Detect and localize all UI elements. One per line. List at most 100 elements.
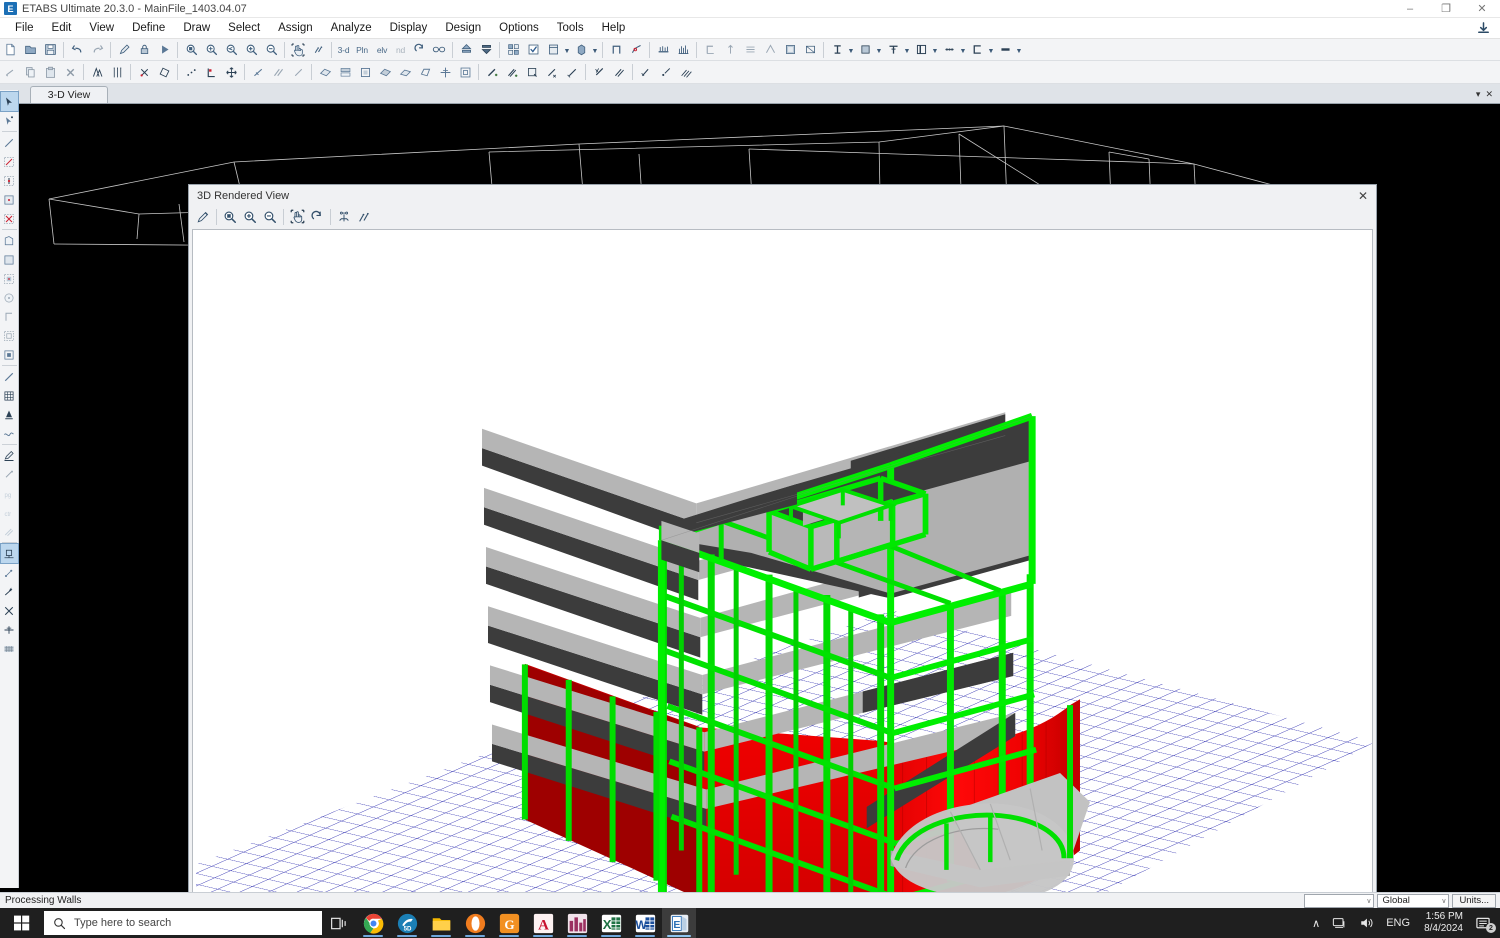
section-cut-icon[interactable] [760, 40, 780, 59]
forces-table-icon[interactable] [740, 40, 760, 59]
run-analysis-icon[interactable] [154, 40, 174, 59]
assign-multiple-icon[interactable] [676, 63, 696, 82]
menu-view[interactable]: View [80, 20, 123, 36]
snap-tangent-icon[interactable] [1, 582, 18, 601]
download-icon[interactable] [1475, 20, 1492, 37]
menu-design[interactable]: Design [436, 20, 490, 36]
maximize-button[interactable]: ❐ [1428, 0, 1464, 18]
snap-none-icon[interactable] [1, 601, 18, 620]
menu-tools[interactable]: Tools [548, 20, 593, 36]
menu-display[interactable]: Display [381, 20, 437, 36]
edit-pencil-icon[interactable] [114, 40, 134, 59]
pan-hand-icon[interactable] [288, 40, 308, 59]
delete-icon[interactable] [60, 63, 80, 82]
tab-3d-view[interactable]: 3-D View [30, 86, 108, 103]
save-icon[interactable] [40, 40, 60, 59]
tab-dropdown-caret[interactable]: ▾ [1476, 89, 1481, 100]
draw-column-icon[interactable] [911, 40, 931, 59]
object-view-dropdown-caret[interactable]: ▼ [563, 40, 571, 59]
zoom-previous-icon[interactable] [221, 40, 241, 59]
pan-hand-icon[interactable] [287, 207, 307, 226]
select-wall-icon[interactable] [335, 63, 355, 82]
open-model-icon[interactable] [20, 40, 40, 59]
menu-draw[interactable]: Draw [174, 20, 219, 36]
select-polygon-icon[interactable] [415, 63, 435, 82]
quick-draw-wall-icon[interactable] [1, 269, 18, 288]
snap-nearest-icon[interactable] [1, 563, 18, 582]
draw-line-icon[interactable] [1, 133, 18, 152]
assign-joint-icon[interactable] [589, 63, 609, 82]
3d-render-canvas[interactable] [192, 229, 1373, 900]
task-view-icon[interactable] [322, 908, 356, 938]
snap-grid-icon[interactable] [87, 63, 107, 82]
snap-axis-icon[interactable] [1, 620, 18, 639]
design-results-icon[interactable] [800, 40, 820, 59]
rubber-band-zoom-icon[interactable] [308, 40, 328, 59]
safe-taskbar-icon[interactable] [560, 908, 594, 938]
menu-options[interactable]: Options [490, 20, 548, 36]
assign-offset-icon[interactable] [636, 63, 656, 82]
release-icon[interactable] [626, 40, 646, 59]
draw-point-load-icon[interactable] [1, 405, 18, 424]
opera-taskbar-icon[interactable] [458, 908, 492, 938]
select-single-line-icon[interactable] [288, 63, 308, 82]
assign-restraint-icon[interactable] [542, 63, 562, 82]
select-parallel-icon[interactable] [268, 63, 288, 82]
zoom-in-icon[interactable] [240, 207, 260, 226]
sketchup-taskbar-icon[interactable]: 5D [390, 908, 424, 938]
draw-channel-dropdown-caret[interactable]: ▼ [987, 40, 995, 59]
notifications-icon[interactable]: 2 [1471, 908, 1500, 938]
zoom-window-icon[interactable] [220, 207, 240, 226]
view-plan-button[interactable]: Pln [352, 40, 372, 59]
draw-floor-icon[interactable] [1, 190, 18, 209]
assign-section-icon[interactable] [522, 63, 542, 82]
select-pointer-icon[interactable] [0, 63, 20, 82]
select-area-icon[interactable] [315, 63, 335, 82]
menu-select[interactable]: Select [219, 20, 269, 36]
zoom-window-icon[interactable] [181, 40, 201, 59]
frame-section-icon[interactable] [606, 40, 626, 59]
network-icon[interactable] [1326, 908, 1353, 938]
set-display-options-icon[interactable] [523, 40, 543, 59]
draw-poly-area-icon[interactable] [1, 231, 18, 250]
close-button[interactable]: ✕ [1464, 0, 1500, 18]
copy-icon[interactable] [20, 63, 40, 82]
show-hidden-icons-icon[interactable]: ∧ [1306, 908, 1326, 938]
draw-brace-icon[interactable] [1, 367, 18, 386]
draw-rect-area-icon[interactable] [1, 250, 18, 269]
snap-midpoint-icon[interactable] [154, 63, 174, 82]
draw-slab-icon[interactable] [855, 40, 875, 59]
quick-draw-area-icon[interactable] [1, 209, 18, 228]
draw-ramp-icon[interactable] [1, 345, 18, 364]
redo-icon[interactable] [87, 40, 107, 59]
assign-area-load-icon[interactable] [502, 63, 522, 82]
view-3d-button[interactable]: 3-d [335, 40, 352, 59]
etabs-taskbar-icon[interactable]: E [662, 908, 696, 938]
draw-beam-icon[interactable] [827, 40, 847, 59]
tile-windows-icon[interactable] [503, 40, 523, 59]
menu-file[interactable]: File [6, 20, 43, 36]
draw-developed-elevation-icon[interactable] [1, 424, 18, 443]
snap-grid-intersection-icon[interactable] [1, 639, 18, 658]
tab-close-icon[interactable]: ✕ [1485, 89, 1493, 100]
select-axis-icon[interactable] [435, 63, 455, 82]
draw-corner-area-icon[interactable] [1, 307, 18, 326]
snap-all-icon[interactable] [1, 465, 18, 484]
snap-point-objects-icon[interactable]: pg [1, 484, 18, 503]
mode-shape-icon[interactable] [720, 40, 740, 59]
grasshopper-taskbar-icon[interactable]: G [492, 908, 526, 938]
select-diaphragm-icon[interactable] [375, 63, 395, 82]
snap-point-icon[interactable] [134, 63, 154, 82]
units-button[interactable]: Units... [1452, 893, 1496, 908]
pencil-draw-icon[interactable] [193, 207, 213, 226]
assign-spring-icon[interactable] [562, 63, 582, 82]
draw-column-point-icon[interactable] [1, 171, 18, 190]
view-elevation-button[interactable]: elv [372, 40, 392, 59]
snap-line-ends-icon[interactable]: ctr [1, 503, 18, 522]
object-view-icon[interactable] [543, 40, 563, 59]
chrome-taskbar-icon[interactable] [356, 908, 390, 938]
shell-results-icon[interactable] [780, 40, 800, 59]
show-loads-icon[interactable] [653, 40, 673, 59]
assign-mass-icon[interactable] [609, 63, 629, 82]
move-down-story-icon[interactable] [476, 40, 496, 59]
